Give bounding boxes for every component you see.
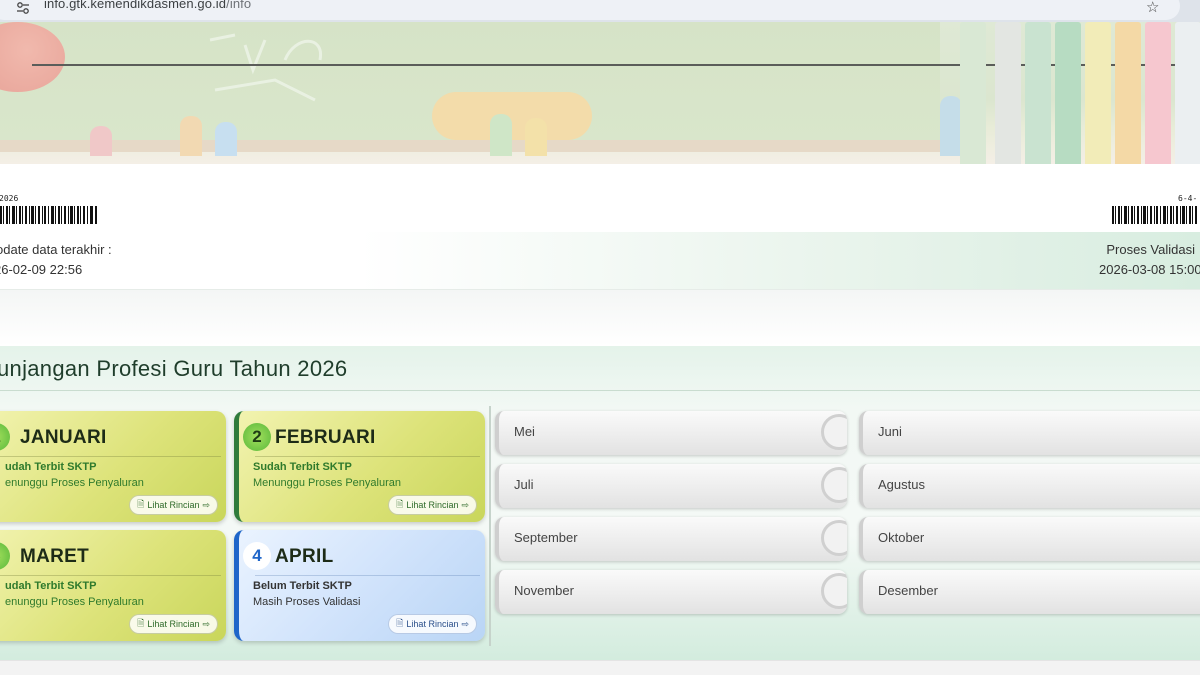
barcode-left-text: 2026 bbox=[0, 194, 19, 203]
header-banner bbox=[0, 22, 1200, 164]
month-button-agustus[interactable]: Agustus bbox=[859, 464, 1200, 508]
sktp-status: udah Terbit SKTP bbox=[5, 461, 97, 473]
month-button-oktober[interactable]: Oktober bbox=[859, 517, 1200, 561]
card-divider bbox=[0, 575, 221, 576]
month-number: 4 bbox=[243, 542, 271, 570]
detail-button[interactable]: 🗎 Lihat Rincian ⇨ bbox=[129, 614, 218, 634]
month-card-maret[interactable]: 3 MARET udah Terbit SKTP enunggu Proses … bbox=[0, 530, 226, 641]
bread-decoration bbox=[432, 92, 592, 140]
panel-divider bbox=[0, 390, 1200, 391]
detail-button[interactable]: 🗎 Lihat Rincian ⇨ bbox=[388, 495, 477, 515]
board-ledge bbox=[0, 140, 940, 152]
url-host: info.gtk.kemendikdasmen.go.id bbox=[44, 0, 227, 11]
sktp-status: Sudah Terbit SKTP bbox=[253, 461, 352, 473]
exit-arrow-icon: ⇨ bbox=[461, 499, 469, 510]
panel-title: unjangan Profesi Guru Tahun 2026 bbox=[0, 356, 348, 381]
pencil-decoration bbox=[1145, 22, 1171, 164]
detail-button[interactable]: 🗎 Lihat Rincian ⇨ bbox=[129, 495, 218, 515]
process-status: Menunggu Proses Penyaluran bbox=[253, 477, 401, 489]
document-icon: 🗎 bbox=[137, 618, 145, 628]
month-circle-icon bbox=[821, 573, 847, 609]
month-label: Agustus bbox=[878, 477, 925, 492]
update-value: 26-02-09 22:56 bbox=[0, 262, 83, 277]
month-name: APRIL bbox=[275, 546, 334, 567]
process-status: enunggu Proses Penyaluran bbox=[5, 477, 144, 489]
month-label: Mei bbox=[514, 424, 535, 439]
barcode-right bbox=[1112, 206, 1197, 224]
detail-label: Lihat Rincian bbox=[406, 619, 459, 629]
crayon-decoration bbox=[90, 126, 112, 156]
exit-arrow-icon: ⇨ bbox=[461, 618, 469, 629]
sktp-status: udah Terbit SKTP bbox=[5, 580, 97, 592]
month-button-september[interactable]: September bbox=[495, 517, 847, 561]
crayon-decoration bbox=[490, 114, 512, 156]
detail-label: Lihat Rincian bbox=[147, 500, 200, 510]
month-button-november[interactable]: November bbox=[495, 570, 847, 614]
card-divider bbox=[255, 575, 480, 576]
card-divider bbox=[255, 456, 480, 457]
browser-address-bar: info.gtk.kemendikdasmen.go.id/info ☆ bbox=[0, 0, 1200, 22]
crayon-decoration bbox=[940, 96, 962, 156]
pencil-decoration bbox=[1085, 22, 1111, 164]
section-gap bbox=[0, 290, 1200, 346]
month-number: 1 bbox=[0, 423, 10, 451]
month-button-mei[interactable]: Mei bbox=[495, 411, 847, 455]
month-button-juni[interactable]: Juni bbox=[859, 411, 1200, 455]
document-icon: 🗎 bbox=[396, 618, 404, 628]
month-circle-icon bbox=[821, 467, 847, 503]
month-card-februari[interactable]: 2 FEBRUARI Sudah Terbit SKTP Menunggu Pr… bbox=[234, 411, 485, 522]
pencil-decoration bbox=[995, 22, 1021, 164]
month-label: Juli bbox=[514, 477, 534, 492]
exit-arrow-icon: ⇨ bbox=[202, 499, 210, 510]
chalk-drawing bbox=[209, 33, 323, 102]
month-label: Desember bbox=[878, 583, 938, 598]
info-strip: 2026 6-4- odate data terakhir: 26-02-09… bbox=[0, 164, 1200, 290]
document-icon: 🗎 bbox=[396, 499, 404, 509]
crayon-decoration bbox=[525, 118, 547, 156]
barcode-right-text: 6-4- bbox=[1178, 194, 1198, 203]
month-label: November bbox=[514, 583, 574, 598]
month-label: Oktober bbox=[878, 530, 925, 545]
url-path: /info bbox=[226, 0, 252, 11]
detail-button[interactable]: 🗎 Lihat Rincian ⇨ bbox=[388, 614, 477, 634]
pencil-decoration bbox=[1115, 22, 1141, 164]
month-name: JANUARI bbox=[20, 427, 107, 448]
info-strip-gradient bbox=[0, 232, 1200, 290]
month-label: September bbox=[514, 530, 578, 545]
update-label: odate data terakhir : bbox=[0, 242, 112, 257]
validasi-label: Proses Validasi bbox=[1106, 242, 1195, 257]
pencil-decoration bbox=[1025, 22, 1051, 164]
month-number: 2 bbox=[243, 423, 271, 451]
detail-label: Lihat Rincian bbox=[406, 500, 459, 510]
barcode-left bbox=[0, 206, 97, 224]
pencil-decoration bbox=[1055, 22, 1081, 164]
sktp-status: Belum Terbit SKTP bbox=[253, 580, 352, 592]
pencil-decoration bbox=[1175, 22, 1200, 164]
month-circle-icon bbox=[821, 520, 847, 556]
url-text[interactable]: info.gtk.kemendikdasmen.go.id/info bbox=[44, 0, 251, 11]
column-separator bbox=[489, 406, 491, 646]
process-status: Masih Proses Validasi bbox=[253, 596, 361, 608]
crayon-decoration bbox=[215, 122, 237, 156]
process-status: enunggu Proses Penyaluran bbox=[5, 596, 144, 608]
month-name: MARET bbox=[20, 546, 90, 567]
card-divider bbox=[0, 456, 221, 457]
month-card-april[interactable]: 4 APRIL Belum Terbit SKTP Masih Proses V… bbox=[234, 530, 485, 641]
star-icon[interactable]: ☆ bbox=[1146, 0, 1159, 16]
month-button-desember[interactable]: Desember bbox=[859, 570, 1200, 614]
exit-arrow-icon: ⇨ bbox=[202, 618, 210, 629]
month-number: 3 bbox=[0, 542, 10, 570]
month-label: Juni bbox=[878, 424, 902, 439]
page-footer-edge bbox=[0, 660, 1200, 675]
crayon-decoration bbox=[180, 116, 202, 156]
detail-label: Lihat Rincian bbox=[147, 619, 200, 629]
tune-icon[interactable] bbox=[16, 1, 30, 15]
validasi-value: 2026-03-08 15:00 bbox=[1099, 262, 1200, 277]
month-card-januari[interactable]: 1 JANUARI udah Terbit SKTP enunggu Prose… bbox=[0, 411, 226, 522]
month-circle-icon bbox=[821, 414, 847, 450]
month-button-juli[interactable]: Juli bbox=[495, 464, 847, 508]
pencil-decoration bbox=[960, 22, 986, 164]
document-icon: 🗎 bbox=[137, 499, 145, 509]
month-name: FEBRUARI bbox=[275, 427, 376, 448]
